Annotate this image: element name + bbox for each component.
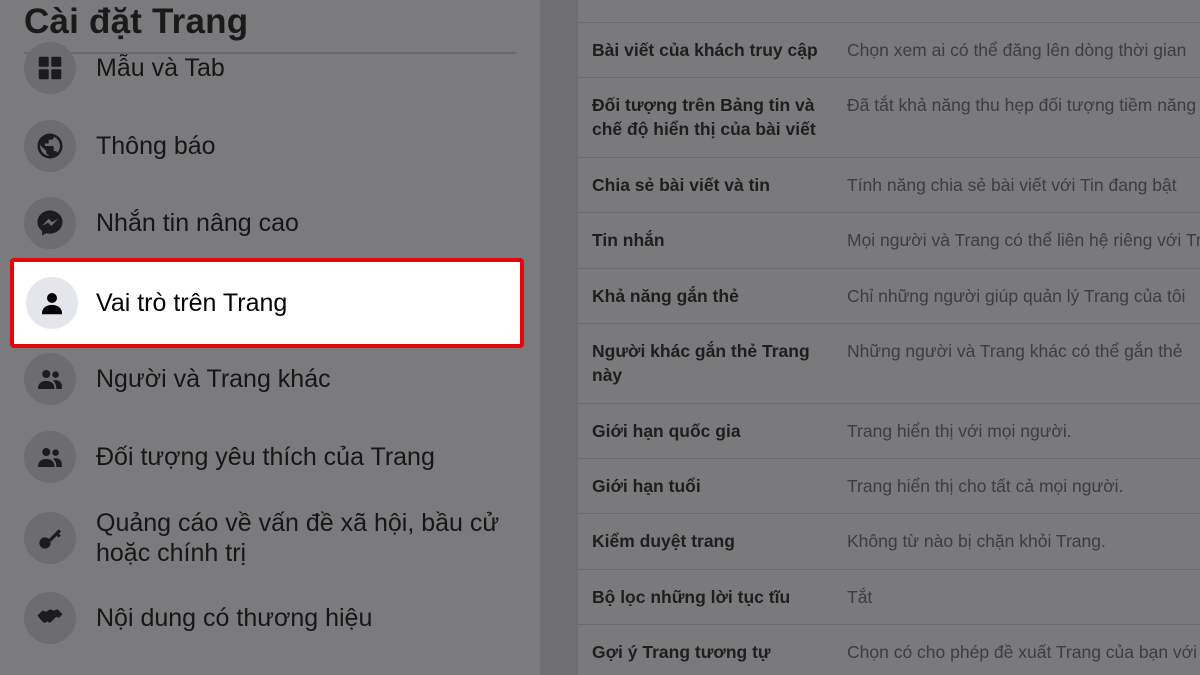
- settings-row-profanity-filter[interactable]: Bộ lọc những lời tục tĩu Tắt: [577, 569, 1200, 624]
- setting-label: Tin nhắn: [592, 230, 665, 250]
- handshake-icon: [24, 592, 76, 644]
- sidebar-item-label: Nhắn tin nâng cao: [96, 209, 299, 237]
- settings-row-page-moderation[interactable]: Kiểm duyệt trang Không từ nào bị chặn kh…: [577, 513, 1200, 569]
- setting-label: Giới hạn quốc gia: [592, 421, 741, 441]
- sidebar-item-advanced-messaging[interactable]: Nhắn tin nâng cao: [24, 197, 524, 249]
- settings-row-news-feed-audience[interactable]: Đối tượng trên Bảng tin và chế độ hiển t…: [577, 77, 1200, 157]
- setting-label: Bộ lọc những lời tục tĩu: [592, 587, 791, 607]
- sidebar-item-label: Thông báo: [96, 132, 216, 160]
- setting-label: Giới hạn tuổi: [592, 476, 701, 496]
- settings-row-tagging-ability[interactable]: Khả năng gắn thẻ Chỉ những người giúp qu…: [577, 268, 1200, 323]
- people-icon: [24, 353, 76, 405]
- setting-value: Mọi người và Trang có thể liên hệ riêng …: [847, 230, 1200, 250]
- setting-label: Gợi ý Trang tương tự: [592, 642, 771, 662]
- setting-value: Không từ nào bị chặn khỏi Trang.: [847, 531, 1106, 551]
- sidebar-item-preferred-audience[interactable]: Đối tượng yêu thích của Trang: [24, 431, 524, 483]
- setting-value: Chỉ những người giúp quản lý Trang của t…: [847, 286, 1186, 306]
- setting-value: Chọn có cho phép đề xuất Trang của bạn v…: [847, 642, 1198, 662]
- sidebar-item-label: Vai trò trên Trang: [96, 289, 288, 317]
- sidebar-item-notifications[interactable]: Thông báo: [24, 120, 524, 172]
- key-icon: [24, 512, 76, 564]
- page-title: Cài đặt Trang: [24, 2, 249, 41]
- settings-row-cutoff: [577, 0, 1200, 22]
- setting-value: Trang hiển thị cho tất cả mọi người.: [847, 476, 1124, 496]
- people-icon: [24, 431, 76, 483]
- setting-value: Chọn xem ai có thể đăng lên dòng thời gi…: [847, 40, 1187, 60]
- setting-label: Đối tượng trên Bảng tin và chế độ hiển t…: [592, 95, 816, 139]
- setting-label: Kiểm duyệt trang: [592, 531, 735, 551]
- settings-row-similar-pages[interactable]: Gợi ý Trang tương tự Chọn có cho phép đề…: [577, 624, 1200, 675]
- setting-label: Khả năng gắn thẻ: [592, 286, 739, 306]
- sidebar-item-label: Nội dung có thương hiệu: [96, 604, 373, 632]
- grid-icon: [24, 42, 76, 94]
- globe-icon: [24, 120, 76, 172]
- settings-row-age-restrictions[interactable]: Giới hạn tuổi Trang hiển thị cho tất cả …: [577, 458, 1200, 513]
- settings-row-sharing[interactable]: Chia sẻ bài viết và tin Tính năng chia s…: [577, 157, 1200, 212]
- settings-row-others-tagging[interactable]: Người khác gắn thẻ Trang này Những người…: [577, 323, 1200, 403]
- sidebar-item-page-roles[interactable]: Vai trò trên Trang: [10, 258, 524, 348]
- setting-value: Tắt: [847, 587, 873, 607]
- sidebar-item-label: Quảng cáo về vấn đề xã hội, bầu cử hoặc …: [96, 509, 500, 567]
- setting-label: Chia sẻ bài viết và tin: [592, 175, 770, 195]
- setting-value: Những người và Trang khác có thể gắn thẻ: [847, 341, 1183, 361]
- setting-value: Trang hiển thị với mọi người.: [847, 421, 1072, 441]
- setting-value: Đã tắt khả năng thu hẹp đối tượng tiềm n…: [847, 95, 1197, 115]
- messenger-icon: [24, 197, 76, 249]
- sidebar-item-branded-content[interactable]: Nội dung có thương hiệu: [24, 592, 524, 644]
- setting-value: Tính năng chia sẻ bài viết với Tin đang …: [847, 175, 1177, 195]
- settings-row-messages[interactable]: Tin nhắn Mọi người và Trang có thể liên …: [577, 212, 1200, 268]
- settings-sidebar: Cài đặt Trang Mẫu và Tab Thông báo Nhắn …: [0, 0, 540, 675]
- sidebar-item-political-ads[interactable]: Quảng cáo về vấn đề xã hội, bầu cử hoặc …: [24, 508, 524, 568]
- sidebar-item-templates-tabs[interactable]: Mẫu và Tab: [24, 42, 524, 94]
- sidebar-item-label: Người và Trang khác: [96, 365, 331, 393]
- settings-row-country-restrictions[interactable]: Giới hạn quốc gia Trang hiển thị với mọi…: [577, 403, 1200, 458]
- sidebar-item-label: Mẫu và Tab: [96, 54, 225, 82]
- setting-label: Bài viết của khách truy cập: [592, 40, 818, 60]
- sidebar-item-label: Đối tượng yêu thích của Trang: [96, 443, 435, 471]
- sidebar-item-people-other-pages[interactable]: Người và Trang khác: [24, 353, 524, 405]
- setting-label: Người khác gắn thẻ Trang này: [592, 341, 810, 385]
- person-icon: [26, 277, 78, 329]
- settings-row-visitor-posts[interactable]: Bài viết của khách truy cập Chọn xem ai …: [577, 22, 1200, 77]
